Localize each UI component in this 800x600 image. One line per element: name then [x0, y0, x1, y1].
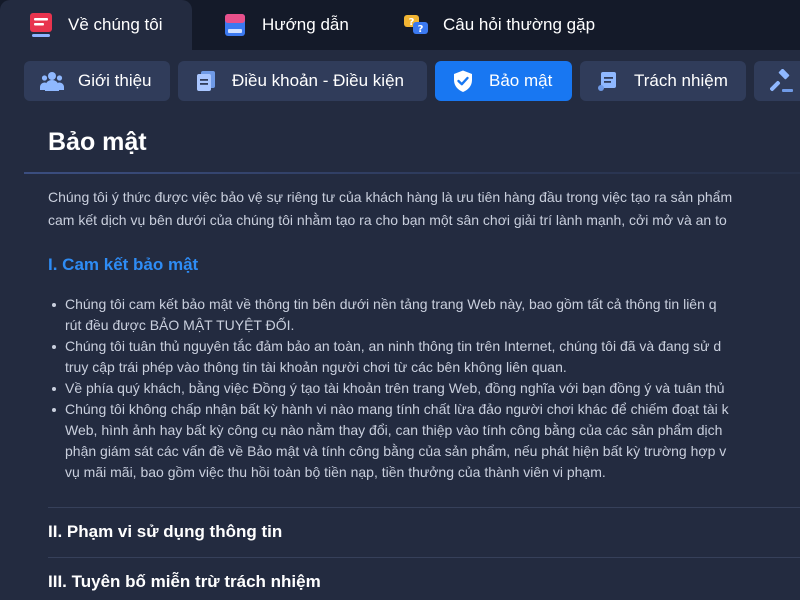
- gavel-icon: [770, 69, 793, 92]
- users-icon: [40, 72, 64, 91]
- subtab-label: Trách nhiệm: [634, 71, 728, 90]
- subtab-label: Giới thiệu: [78, 71, 152, 90]
- document-icon: [30, 13, 52, 37]
- tab-label: Hướng dẫn: [262, 15, 349, 34]
- subtab-label: Điều khoản - Điều kiện: [232, 71, 404, 90]
- svg-text:?: ?: [418, 24, 424, 35]
- intro-line: Chúng tôi ý thức được việc bảo vệ sự riê…: [48, 189, 733, 205]
- book-icon: [225, 14, 245, 36]
- subtab-dieu-khoan[interactable]: Điều khoản - Điều kiện: [178, 61, 427, 101]
- section-divider: [48, 557, 800, 558]
- bullet-line: Web, hình ảnh hay bất kỳ công cụ nào nằm…: [65, 422, 723, 438]
- question-chat-icon: ? ?: [404, 15, 428, 35]
- title-divider: [24, 172, 800, 174]
- subtab-trach-nhiem[interactable]: Trách nhiệm: [580, 61, 746, 101]
- bullet-line: rút đều được BẢO MẬT TUYỆT ĐỐI.: [65, 317, 295, 333]
- section-heading-cam-ket: I. Cam kết bảo mật: [48, 255, 199, 274]
- shield-check-icon: [454, 70, 472, 92]
- tab-ve-chung-toi[interactable]: Về chúng tôi: [0, 0, 192, 50]
- scroll-icon: [598, 72, 616, 91]
- section-divider: [48, 507, 800, 508]
- bullet-line: phận giám sát các vấn đề về Bảo mật và t…: [65, 443, 727, 459]
- top-tab-bar: Về chúng tôi Hướng dẫn ? ? Câu hỏi thườn…: [0, 0, 800, 50]
- list-item: Chúng tôi không chấp nhận bất kỳ hành vi…: [48, 399, 800, 483]
- list-item: Chúng tôi cam kết bảo mật về thông tin b…: [48, 294, 800, 336]
- bullet-line: truy cập trái phép vào thông tin tài kho…: [65, 359, 567, 375]
- bullet-line: Chúng tôi không chấp nhận bất kỳ hành vi…: [65, 401, 729, 417]
- subtab-label: Bảo mật: [489, 71, 553, 90]
- bullet-line: Chúng tôi tuân thủ nguyên tắc đảm bảo an…: [65, 338, 722, 354]
- bullet-line: Về phía quý khách, bằng việc Đồng ý tạo …: [65, 380, 725, 396]
- bullet-line: Chúng tôi cam kết bảo mật về thông tin b…: [65, 296, 717, 312]
- list-item: Về phía quý khách, bằng việc Đồng ý tạo …: [48, 378, 800, 399]
- intro-line: cam kết dịch vụ bên dưới của chúng tôi n…: [48, 212, 727, 228]
- page-title: Bảo mật: [48, 128, 147, 156]
- tab-label: Câu hỏi thường gặp: [443, 15, 596, 34]
- tab-cau-hoi-thuong-gap[interactable]: ? ? Câu hỏi thường gặp: [403, 0, 595, 50]
- sub-tab-bar: Giới thiệu Điều khoản - Điều kiện Bảo mậ…: [0, 50, 800, 114]
- list-item: Chúng tôi tuân thủ nguyên tắc đảm bảo an…: [48, 336, 800, 378]
- subtab-more[interactable]: [754, 61, 800, 101]
- intro-paragraph: Chúng tôi ý thức được việc bảo vệ sự riê…: [48, 186, 800, 232]
- subtab-bao-mat[interactable]: Bảo mật: [435, 61, 572, 101]
- bullet-line: vụ mãi mãi, bao gồm việc thu hồi toàn bộ…: [65, 464, 606, 480]
- subtab-gioi-thieu[interactable]: Giới thiệu: [24, 61, 170, 101]
- content-panel: Bảo mật Chúng tôi ý thức được việc bảo v…: [0, 114, 800, 600]
- section-heading-pham-vi[interactable]: II. Phạm vi sử dụng thông tin: [48, 522, 282, 542]
- tab-label: Về chúng tôi: [68, 15, 163, 34]
- tab-huong-dan[interactable]: Hướng dẫn: [222, 0, 349, 50]
- documents-icon: [197, 71, 215, 91]
- section-heading-mien-tru[interactable]: III. Tuyên bố miễn trừ trách nhiệm: [48, 572, 321, 592]
- bullet-list: Chúng tôi cam kết bảo mật về thông tin b…: [48, 294, 800, 483]
